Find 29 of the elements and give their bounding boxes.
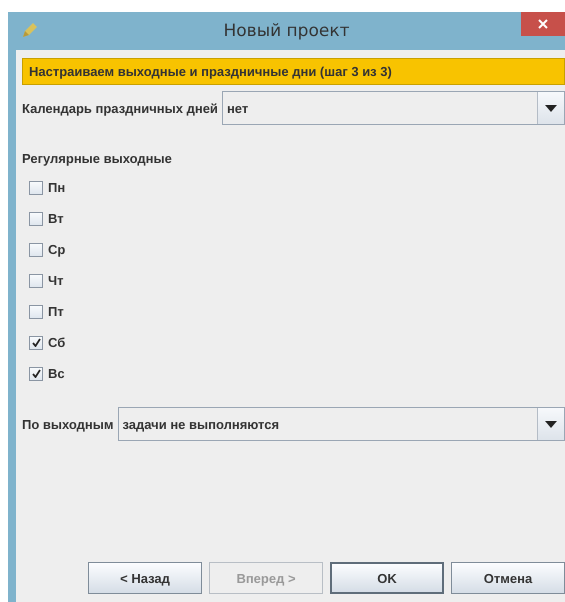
checkbox-label: Пн [48,180,66,195]
checkbox-label: Пт [48,304,64,319]
checkbox-label: Вт [48,211,64,226]
dropdown[interactable]: задачи не выполняются [118,407,565,441]
checkbox[interactable] [29,180,43,194]
step-banner: Настраиваем выходные и праздничные дни (шаг 3 из 3) [22,58,565,85]
caret-icon [545,420,557,428]
section-heading: Регулярные выходные [22,151,173,166]
checkbox[interactable] [29,242,43,256]
checkbox[interactable] [29,212,43,226]
dialog-button[interactable]: OK [330,562,444,594]
close-icon [538,19,548,29]
caret-icon [545,104,557,112]
checkbox[interactable] [29,274,43,288]
checkbox[interactable] [29,366,43,380]
close-button[interactable] [521,12,565,36]
dialog-button[interactable]: Отмена [451,562,565,594]
field-label: По выходным [22,416,114,432]
pencil-icon [20,22,38,40]
window-title: Новый проект [222,21,350,41]
field-label: Календарь праздничных дней [22,100,218,116]
checkbox-label: Чт [48,273,64,288]
checkbox-label: Ср [48,242,66,257]
dropdown[interactable]: нет [222,91,565,125]
checkbox-label: Сб [48,335,66,350]
checkbox[interactable] [29,336,43,350]
dialog-button[interactable]: < Назад [88,562,202,594]
checkbox[interactable] [29,304,43,318]
checkbox-label: Вс [48,366,65,381]
